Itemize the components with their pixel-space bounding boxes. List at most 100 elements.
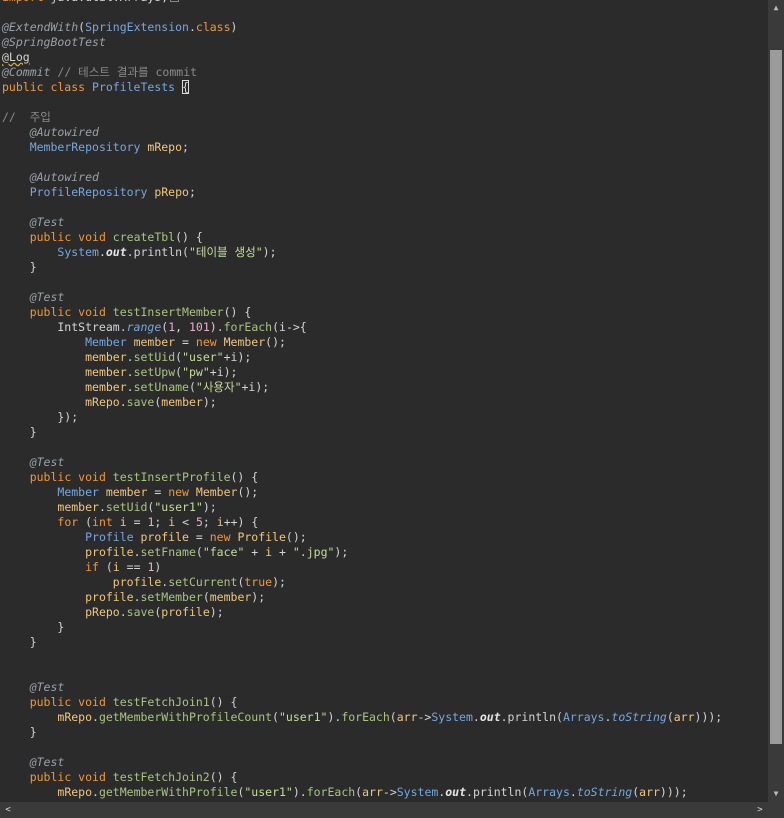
code-token: @Test — [29, 290, 65, 304]
code-token: "테이블 생성" — [188, 245, 263, 259]
code-token: // 테스트 결과를 commit — [57, 65, 198, 79]
code-line: public void testInsertMember() { — [2, 305, 722, 320]
code-token: ; — [154, 515, 169, 529]
code-token: setUid — [133, 350, 176, 364]
code-token: . — [119, 395, 127, 409]
code-token: createTbl — [112, 230, 176, 244]
code-token: } — [2, 725, 37, 739]
code-token: new — [209, 530, 238, 544]
code-token: @ExtendWith — [2, 20, 79, 34]
code-token: member — [85, 365, 127, 379]
code-token: . — [472, 710, 480, 724]
code-token: import — [2, 0, 50, 4]
code-token: ++) { — [223, 515, 259, 529]
code-token: ( — [666, 710, 674, 724]
code-token: = — [188, 530, 210, 544]
scroll-up-arrow-icon[interactable]: ▲ — [768, 0, 784, 16]
code-token: i — [119, 515, 127, 529]
code-token: (); — [237, 485, 259, 499]
code-token: ( — [202, 590, 210, 604]
code-lines: import java.util.Arrays;@ExtendWith(Spri… — [2, 0, 722, 800]
code-line: } — [2, 260, 722, 275]
code-token: @Commit — [2, 65, 51, 79]
code-token: profile — [85, 545, 134, 559]
code-token: public void — [29, 470, 113, 484]
code-token: mRepo — [147, 140, 183, 154]
code-token: ; — [188, 185, 196, 199]
code-line: @Test — [2, 215, 722, 230]
vertical-scroll-thumb[interactable] — [770, 50, 782, 744]
code-token: new — [168, 485, 196, 499]
code-token: range — [126, 320, 162, 334]
code-token: } — [2, 260, 37, 274]
code-token: for — [57, 515, 86, 529]
code-line: Profile profile = new Profile(); — [2, 530, 722, 545]
code-token: Arrays — [528, 785, 570, 799]
code-line: ProfileRepository pRepo; — [2, 185, 722, 200]
code-token: i — [216, 515, 224, 529]
code-token: "user1" — [154, 500, 203, 514]
code-token: Profile — [85, 530, 141, 544]
code-token: (); — [265, 335, 286, 349]
code-token: member — [133, 335, 176, 349]
code-line: }); — [2, 410, 722, 425]
code-token: System — [396, 785, 439, 799]
code-token: . — [98, 500, 106, 514]
code-token: ); — [209, 605, 224, 619]
code-token: () { — [230, 470, 259, 484]
code-token: Profile — [237, 530, 286, 544]
code-token: . — [569, 785, 577, 799]
scroll-left-arrow-icon[interactable]: < — [0, 802, 16, 818]
code-token: +i); — [223, 350, 252, 364]
scroll-down-arrow-icon[interactable]: ▼ — [768, 786, 784, 802]
code-token: mRepo — [57, 710, 93, 724]
code-token: pRepo — [85, 605, 120, 619]
horizontal-scrollbar[interactable]: < > — [0, 802, 768, 818]
code-line: mRepo.save(member); — [2, 395, 722, 410]
code-token: } — [2, 425, 37, 439]
code-token: true — [244, 575, 273, 589]
code-token: . — [92, 785, 99, 799]
code-token: ) — [154, 560, 162, 574]
code-token: = — [175, 335, 196, 349]
code-token: < — [175, 515, 196, 529]
code-token: ProfileTests — [92, 80, 183, 94]
code-token: member — [105, 485, 148, 499]
code-line: IntStream.range(1, 101).forEach(i->{ — [2, 320, 722, 335]
code-token: . — [126, 350, 134, 364]
code-token: . — [92, 710, 99, 724]
vertical-scrollbar[interactable]: ▲ ▼ — [768, 0, 784, 802]
code-token: int — [92, 515, 120, 529]
code-token: +i); — [209, 365, 238, 379]
code-token: arr — [396, 710, 418, 724]
code-token: +i); — [241, 380, 270, 394]
code-line: @Test — [2, 290, 722, 305]
code-token: () { — [209, 770, 238, 784]
code-editor[interactable]: import java.util.Arrays;@ExtendWith(Spri… — [0, 0, 768, 802]
code-token: @Autowired — [29, 170, 99, 184]
code-token: System — [57, 245, 99, 259]
code-token: . — [126, 365, 134, 379]
code-token: ); — [334, 545, 349, 559]
code-token: out — [445, 785, 467, 799]
scroll-right-arrow-icon[interactable]: > — [752, 802, 768, 818]
code-token: toString — [611, 710, 667, 724]
code-token: ) — [230, 20, 238, 34]
code-token: ))); — [659, 785, 688, 799]
fold-collapse-icon[interactable] — [170, 0, 180, 2]
